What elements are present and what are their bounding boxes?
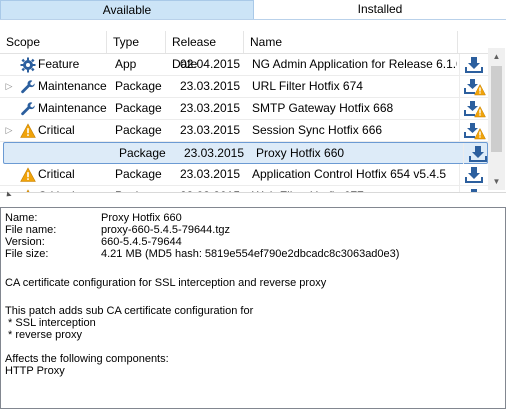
expand-arrow-icon[interactable] — [8, 143, 18, 164]
column-header-release-date[interactable]: Release Date — [166, 31, 244, 71]
download-warning-icon[interactable] — [459, 120, 486, 141]
expand-arrow-icon[interactable]: ▷ — [4, 120, 14, 141]
tab-bar: Available Installed — [0, 0, 506, 20]
expand-arrow-icon[interactable] — [4, 98, 14, 119]
release-date-cell: 23.03.2015 — [168, 186, 240, 192]
detail-description-line: This patch adds sub CA certificate confi… — [5, 305, 254, 317]
type-cell: App — [115, 57, 137, 71]
column-header-action — [458, 31, 488, 53]
updates-grid: Scope Type Release Date Name Feature App 0… — [0, 20, 506, 193]
detail-value: proxy-660-5.4.5-79644.tgz — [101, 224, 231, 236]
blank-icon — [24, 146, 40, 162]
table-row[interactable]: ▷ Maintenance Package 23.03.2015 URL Filter … — [0, 76, 488, 98]
detail-value: Proxy Hotfix 660 — [101, 212, 182, 224]
download-icon[interactable] — [463, 143, 490, 164]
gear-icon — [20, 57, 36, 73]
column-header-type[interactable]: Type — [107, 31, 166, 53]
wrench-icon — [20, 79, 36, 95]
type-cell: Package — [115, 167, 162, 181]
type-cell: Package — [115, 186, 170, 192]
column-header-name[interactable]: Name — [244, 31, 458, 53]
table-row[interactable]: CriticalPackage23.03.2015 Web Filter Hotf… — [0, 186, 488, 192]
download-icon[interactable] — [459, 164, 486, 185]
expand-arrow-icon[interactable] — [4, 54, 14, 75]
detail-description-line: Affects the following components: — [5, 353, 169, 365]
grid-rows: Feature App 02.04.2015 NG Admin Application… — [0, 54, 488, 192]
scope-cell: Maintenance — [38, 101, 107, 115]
name-cell: NG Admin Application for Release 6.1.0 — [252, 57, 457, 71]
detail-description-line: * SSL interception — [5, 317, 96, 329]
type-cell: Package — [115, 101, 162, 115]
download-icon[interactable] — [459, 186, 486, 192]
warning-icon — [20, 123, 36, 139]
name-cell: URL Filter Hotfix 674 — [252, 79, 363, 93]
scope-cell: Feature — [38, 57, 80, 71]
detail-value: 4.21 MB (MD5 hash: 5819e554ef790e2dbcadc… — [101, 248, 400, 260]
name-cell: Web Filter Hotfix 677 — [252, 186, 457, 192]
scroll-up-icon[interactable]: ▲ — [488, 48, 505, 65]
detail-label: File size: — [5, 248, 49, 260]
scroll-down-icon[interactable]: ▼ — [488, 173, 505, 190]
table-row[interactable]: ▷ Critical Package 23.03.2015 Session Sync H… — [0, 120, 488, 142]
name-cell: Session Sync Hotfix 666 — [252, 123, 383, 137]
table-row[interactable]: Feature App 02.04.2015 NG Admin Application… — [0, 54, 488, 76]
download-icon[interactable] — [459, 54, 486, 75]
table-row[interactable]: Critical Package 23.03.2015 Application Con… — [0, 164, 488, 186]
vertical-scrollbar[interactable]: ▲ ▼ — [488, 48, 505, 190]
table-row[interactable]: Maintenance Package 23.03.2015 SMTP Gateway… — [0, 98, 488, 120]
wrench-icon — [20, 101, 36, 117]
release-date-cell: 23.03.2015 — [179, 101, 240, 115]
detail-description-line: CA certificate configuration for SSL int… — [5, 277, 327, 289]
name-cell: SMTP Gateway Hotfix 668 — [252, 101, 394, 115]
tab-installed[interactable]: Installed — [254, 0, 506, 19]
warning-icon — [20, 167, 36, 183]
release-date-cell: 02.04.2015 — [179, 57, 240, 71]
tab-available[interactable]: Available — [0, 0, 254, 19]
details-panel: Name: Proxy Hotfix 660 File name: proxy-660… — [0, 207, 506, 409]
scope-cell: Critical — [38, 167, 75, 181]
expand-arrow-icon[interactable] — [4, 164, 14, 185]
scope-cell: Critical — [38, 123, 75, 137]
download-warning-icon[interactable] — [459, 76, 486, 97]
scope-cell: Critical — [38, 186, 114, 192]
detail-value: 660-5.4.5-79644 — [101, 236, 182, 248]
release-date-cell: 23.03.2015 — [183, 146, 244, 160]
type-cell: Package — [119, 146, 166, 160]
detail-label: File name: — [5, 224, 57, 236]
table-row[interactable]: Package 23.03.2015 Proxy Hotfix 660 — [3, 142, 488, 164]
column-header-scope[interactable]: Scope — [0, 31, 107, 53]
release-date-cell: 23.03.2015 — [179, 123, 240, 137]
grid-header: Scope Type Release Date Name — [0, 31, 488, 71]
warning-icon — [20, 189, 36, 192]
expand-arrow-icon[interactable]: ▷ — [4, 76, 14, 97]
type-cell: Package — [115, 123, 162, 137]
scope-cell — [42, 143, 118, 164]
type-cell: Package — [115, 79, 162, 93]
name-cell: Application Control Hotfix 654 v5.4.5 — [252, 167, 447, 181]
detail-label: Version: — [5, 236, 45, 248]
release-date-cell: 23.03.2015 — [179, 167, 240, 181]
scrollbar-thumb[interactable] — [491, 66, 502, 152]
release-date-cell: 23.03.2015 — [179, 79, 240, 93]
detail-description-line: HTTP Proxy — [5, 365, 65, 377]
detail-description-line: * reverse proxy — [5, 329, 83, 341]
download-warning-icon[interactable] — [459, 98, 486, 119]
detail-label: Name: — [5, 212, 38, 224]
name-cell: Proxy Hotfix 660 — [256, 146, 345, 160]
scope-cell: Maintenance — [38, 79, 107, 93]
